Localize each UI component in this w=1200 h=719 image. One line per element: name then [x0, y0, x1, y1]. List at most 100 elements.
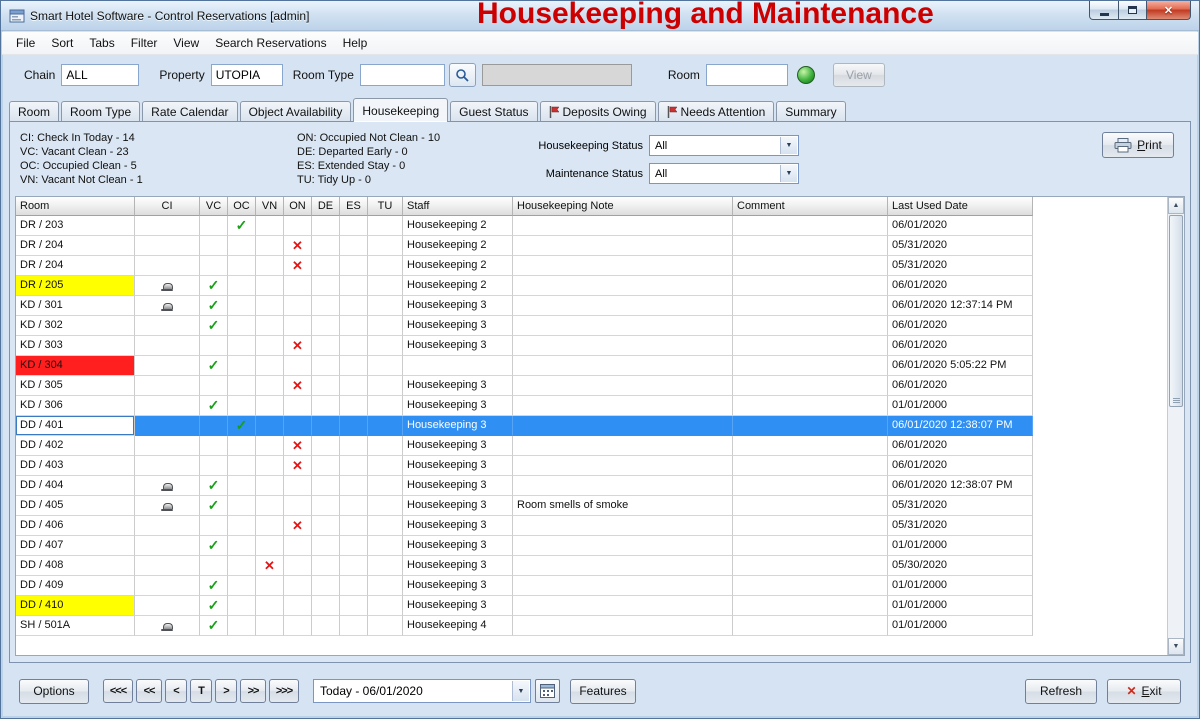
maintenance-status-dropdown[interactable]: All ▼ — [649, 163, 799, 184]
table-row[interactable]: KD / 302 ✓ Housekeeping 3 06/01/2020 — [16, 316, 1184, 336]
column-header-ci[interactable]: CI — [135, 197, 200, 216]
comment-cell — [733, 316, 888, 336]
staff-cell: Housekeeping 3 — [403, 516, 513, 536]
vn-cell — [256, 236, 284, 256]
tab-room[interactable]: Room — [9, 101, 60, 121]
table-row[interactable]: DD / 407 ✓ Housekeeping 3 01/01/2000 — [16, 536, 1184, 556]
room-input[interactable] — [705, 64, 788, 86]
tab-room-type[interactable]: Room Type — [61, 101, 141, 121]
options-button[interactable]: Options — [19, 678, 89, 704]
calendar-button[interactable] — [535, 679, 560, 703]
column-header-comment[interactable]: Comment — [733, 197, 888, 216]
tab-guest-status[interactable]: Guest Status — [450, 101, 538, 121]
column-header-vn[interactable]: VN — [256, 197, 284, 216]
menu-item-search-reservations[interactable]: Search Reservations — [207, 33, 334, 53]
table-row[interactable]: DD / 403 ✕ Housekeeping 3 06/01/2020 — [16, 456, 1184, 476]
column-header-housekeeping-note[interactable]: Housekeeping Note — [513, 197, 733, 216]
table-row[interactable]: DD / 401 ✓ Housekeeping 3 06/01/2020 12:38:… — [16, 416, 1184, 436]
menu-item-view[interactable]: View — [165, 33, 207, 53]
clean-check-icon: ✓ — [207, 357, 220, 373]
tab-object-availability[interactable]: Object Availability — [239, 101, 352, 121]
view-button[interactable]: View — [832, 63, 885, 87]
es-cell — [340, 236, 368, 256]
ci-cell — [135, 416, 200, 436]
table-row[interactable]: KD / 301 ✓ Housekeeping 3 06/01/2020 12:37:… — [16, 296, 1184, 316]
room-type-input[interactable] — [359, 64, 445, 86]
table-row[interactable]: DR / 205 ✓ Housekeeping 2 06/01/2020 — [16, 276, 1184, 296]
tab-housekeeping[interactable]: Housekeeping — [353, 98, 449, 122]
features-button[interactable]: Features — [570, 678, 636, 704]
chain-input[interactable] — [61, 64, 140, 86]
column-header-oc[interactable]: OC — [228, 197, 256, 216]
table-row[interactable]: KD / 305 ✕ Housekeeping 3 06/01/2020 — [16, 376, 1184, 396]
table-row[interactable]: DD / 409 ✓ Housekeeping 3 01/01/2000 — [16, 576, 1184, 596]
column-header-de[interactable]: DE — [312, 197, 340, 216]
search-icon — [456, 69, 470, 82]
nav-last-button[interactable]: >>> — [269, 679, 299, 703]
staff-cell: Housekeeping 2 — [403, 216, 513, 236]
table-row[interactable]: KD / 304 ✓ 06/01/2020 5:05:22 PM — [16, 356, 1184, 376]
scroll-thumb[interactable] — [1169, 215, 1183, 407]
search-button[interactable] — [448, 63, 476, 87]
table-row[interactable]: KD / 303 ✕ Housekeeping 3 06/01/2020 — [16, 336, 1184, 356]
table-row[interactable]: DR / 203 ✓ Housekeeping 2 06/01/2020 — [16, 216, 1184, 236]
es-cell — [340, 616, 368, 636]
nav-forward-button[interactable]: > — [215, 679, 237, 703]
note-cell — [513, 256, 733, 276]
title-bar[interactable]: Smart Hotel Software - Control Reservati… — [1, 0, 1199, 31]
room-status-orb-icon[interactable] — [796, 66, 815, 84]
de-cell — [312, 256, 340, 276]
table-row[interactable]: DD / 402 ✕ Housekeeping 3 06/01/2020 — [16, 436, 1184, 456]
ci-cell — [135, 396, 200, 416]
property-input[interactable] — [210, 64, 283, 86]
print-button[interactable]: Print — [1102, 132, 1174, 158]
menu-item-filter[interactable]: Filter — [123, 33, 166, 53]
ci-cell — [135, 596, 200, 616]
column-header-tu[interactable]: TU — [368, 197, 403, 216]
nav-today-button[interactable]: T — [190, 679, 212, 703]
column-header-last-used-date[interactable]: Last Used Date — [888, 197, 1033, 216]
de-cell — [312, 356, 340, 376]
room-cell: DR / 204 — [16, 256, 135, 276]
column-header-vc[interactable]: VC — [200, 197, 228, 216]
nav-back-button[interactable]: < — [165, 679, 187, 703]
vertical-scrollbar[interactable]: ▲ ▼ — [1167, 197, 1184, 655]
column-header-room[interactable]: Room — [16, 197, 135, 216]
column-header-staff[interactable]: Staff — [403, 197, 513, 216]
scroll-down-arrow[interactable]: ▼ — [1168, 638, 1184, 655]
menu-item-file[interactable]: File — [8, 33, 43, 53]
menu-item-sort[interactable]: Sort — [43, 33, 81, 53]
nav-first-button[interactable]: <<< — [103, 679, 133, 703]
last-used-cell: 06/01/2020 — [888, 336, 1033, 356]
column-header-on[interactable]: ON — [284, 197, 312, 216]
table-row[interactable]: KD / 306 ✓ Housekeeping 3 01/01/2000 — [16, 396, 1184, 416]
menu-item-help[interactable]: Help — [335, 33, 376, 53]
nav-fast-back-button[interactable]: << — [136, 679, 162, 703]
clean-check-icon: ✓ — [207, 397, 220, 413]
date-dropdown[interactable]: Today - 06/01/2020 ▼ — [313, 679, 531, 703]
table-row[interactable]: DD / 406 ✕ Housekeeping 3 05/31/2020 — [16, 516, 1184, 536]
table-row[interactable]: DD / 404 ✓ Housekeeping 3 06/01/2020 12:38:… — [16, 476, 1184, 496]
tab-needs-attention[interactable]: Needs Attention — [657, 101, 775, 121]
table-row[interactable]: DR / 204 ✕ Housekeeping 2 05/31/2020 — [16, 236, 1184, 256]
tab-summary[interactable]: Summary — [776, 101, 846, 121]
menu-item-tabs[interactable]: Tabs — [81, 33, 122, 53]
close-button[interactable]: ✕ — [1146, 1, 1191, 20]
minimize-button[interactable] — [1089, 1, 1119, 20]
tab-deposits-owing[interactable]: Deposits Owing — [539, 101, 656, 121]
maximize-button[interactable] — [1118, 1, 1147, 20]
exit-button[interactable]: ✕ Exit — [1107, 678, 1181, 704]
scroll-up-arrow[interactable]: ▲ — [1168, 197, 1184, 214]
refresh-button[interactable]: Refresh — [1025, 678, 1097, 704]
nav-fast-forward-button[interactable]: >> — [240, 679, 266, 703]
table-row[interactable]: DD / 408 ✕ Housekeeping 3 05/30/2020 — [16, 556, 1184, 576]
tab-rate-calendar[interactable]: Rate Calendar — [142, 101, 238, 121]
vc-cell: ✓ — [200, 276, 228, 296]
table-row[interactable]: SH / 501A ✓ Housekeeping 4 01/01/2000 — [16, 616, 1184, 636]
tab-label: Room — [18, 104, 51, 119]
table-row[interactable]: DD / 405 ✓ Housekeeping 3 Room smells of sm… — [16, 496, 1184, 516]
table-row[interactable]: DR / 204 ✕ Housekeeping 2 05/31/2020 — [16, 256, 1184, 276]
table-row[interactable]: DD / 410 ✓ Housekeeping 3 01/01/2000 — [16, 596, 1184, 616]
column-header-es[interactable]: ES — [340, 197, 368, 216]
housekeeping-status-dropdown[interactable]: All ▼ — [649, 135, 799, 156]
